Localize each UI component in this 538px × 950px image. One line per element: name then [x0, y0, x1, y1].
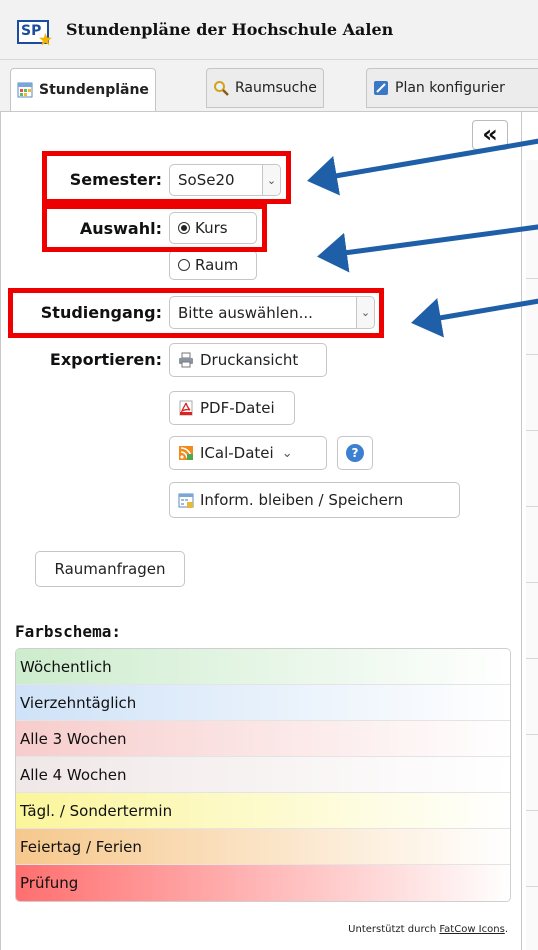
timetable-divider	[526, 658, 538, 659]
subscribe-save-button[interactable]: Inform. bleiben / Speichern	[169, 482, 460, 518]
collapse-panel-button[interactable]: «	[472, 120, 508, 150]
tab-plan-konfigurieren[interactable]: Plan konfigurier	[366, 68, 538, 108]
logo-star-icon	[39, 33, 52, 46]
tab-bar: Stundenpläne Raumsuche Plan konfigurier	[0, 60, 538, 112]
calendar-save-icon	[178, 493, 194, 508]
tab-stundenplaene[interactable]: Stundenpläne	[10, 68, 156, 111]
ical-file-label: ICal-Datei	[200, 444, 274, 462]
timetable-divider	[526, 354, 538, 355]
room-request-button[interactable]: Raumanfragen	[35, 551, 185, 587]
highlight-box-studiengang	[8, 288, 384, 338]
ical-file-button[interactable]: ICal-Datei ⌄	[169, 436, 327, 470]
legend-item-biweekly: Vierzehntäglich	[16, 685, 510, 721]
radio-raum[interactable]: Raum	[169, 250, 257, 280]
radio-unchecked-icon	[178, 259, 190, 271]
sp-logo-icon: SP	[17, 20, 52, 46]
calendar-grid-icon	[17, 82, 33, 98]
magnifier-icon	[214, 81, 229, 96]
title-bar: SP Stundenpläne der Hochschule Aalen	[0, 0, 538, 60]
print-view-label: Druckansicht	[200, 351, 299, 369]
credit-text: Unterstützt durch	[348, 924, 440, 935]
timetable-divider	[526, 810, 538, 811]
subscribe-save-label: Inform. bleiben / Speichern	[200, 491, 404, 509]
tab-raumsuche[interactable]: Raumsuche	[206, 68, 324, 108]
timetable-divider	[526, 278, 538, 279]
legend-item-every-3-weeks: Alle 3 Wochen	[16, 721, 510, 757]
timetable-divider	[526, 430, 538, 431]
tab-label: Raumsuche	[235, 80, 317, 96]
fatcow-icons-link[interactable]: FatCow Icons	[439, 924, 504, 935]
radio-raum-label: Raum	[195, 256, 239, 274]
timetable-divider	[526, 734, 538, 735]
printer-icon	[179, 352, 193, 368]
help-icon: ?	[346, 444, 364, 462]
ical-help-button[interactable]: ?	[337, 436, 373, 470]
credit-line: Unterstützt durch FatCow Icons.	[348, 924, 508, 935]
pdf-file-icon	[179, 400, 193, 416]
legend-item-weekly: Wöchentlich	[16, 649, 510, 685]
legend-item-holiday: Feiertag / Ferien	[16, 829, 510, 865]
tab-label: Stundenpläne	[39, 82, 149, 98]
highlight-box-semester	[42, 151, 291, 204]
timetable-divider	[526, 886, 538, 887]
timetable-divider	[526, 582, 538, 583]
legend-item-daily-special: Tägl. / Sondertermin	[16, 793, 510, 829]
print-view-button[interactable]: Druckansicht	[169, 343, 327, 377]
tab-label: Plan konfigurier	[395, 80, 505, 96]
color-scheme-title: Farbschema:	[15, 622, 121, 641]
rss-calendar-icon	[179, 446, 193, 460]
credit-suffix: .	[504, 924, 508, 935]
pencil-icon	[374, 81, 388, 95]
legend-item-exam: Prüfung	[16, 865, 510, 901]
legend-item-every-4-weeks: Alle 4 Wochen	[16, 757, 510, 793]
pdf-file-label: PDF-Datei	[200, 399, 275, 417]
color-scheme-legend: Wöchentlich Vierzehntäglich Alle 3 Woche…	[15, 648, 511, 902]
chevron-down-icon: ⌄	[281, 445, 293, 461]
timetable-divider	[526, 506, 538, 507]
highlight-box-auswahl	[42, 204, 267, 252]
export-label: Exportieren:	[49, 350, 162, 369]
pdf-file-button[interactable]: PDF-Datei	[169, 391, 295, 425]
app-title: Stundenpläne der Hochschule Aalen	[66, 20, 394, 39]
